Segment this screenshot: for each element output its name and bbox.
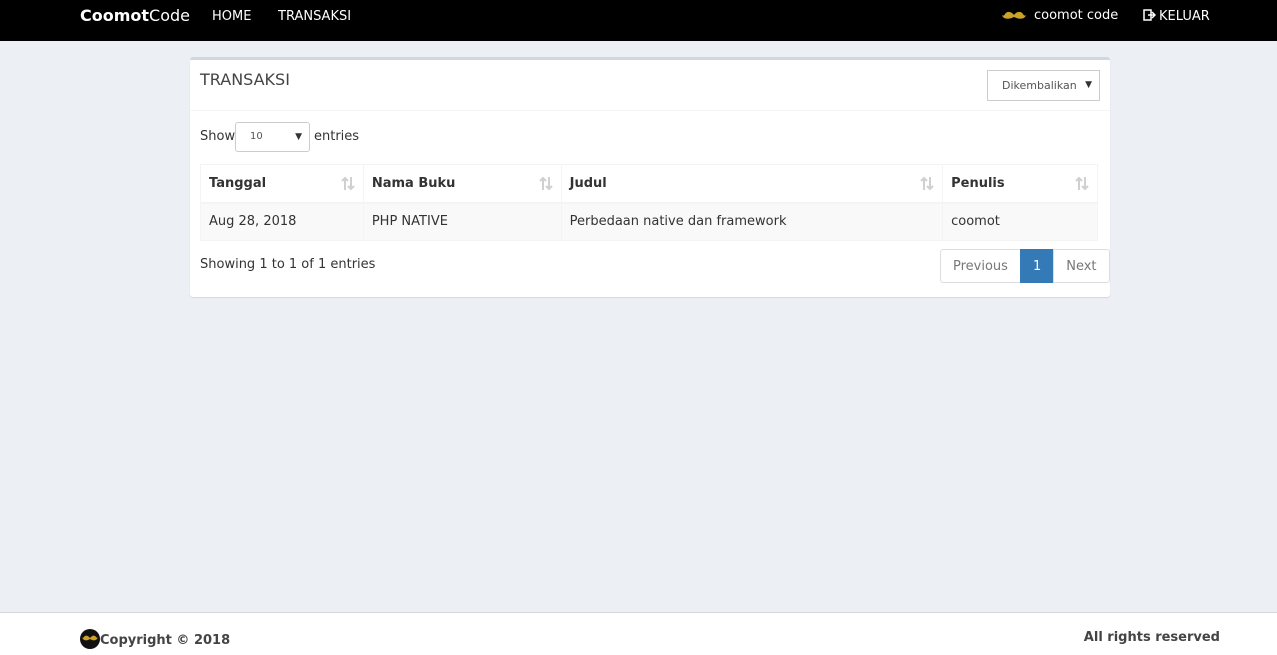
entries-label: entries bbox=[314, 129, 360, 144]
sort-icon bbox=[538, 176, 553, 191]
cell-judul: Perbedaan native dan framework bbox=[560, 202, 944, 241]
page-length-value: 10 bbox=[250, 131, 263, 142]
show-label: Show bbox=[200, 129, 236, 144]
table-info: Showing 1 to 1 of 1 entries bbox=[200, 257, 376, 272]
cell-penulis: coomot bbox=[942, 202, 1098, 241]
table-row: Aug 28, 2018 PHP NATIVE Perbedaan native… bbox=[200, 202, 1098, 241]
user-name: coomot code bbox=[1034, 8, 1119, 23]
status-filter-value: Dikembalikan bbox=[1002, 79, 1077, 92]
footer: Copyright © 2018 All rights reserved bbox=[0, 612, 1277, 655]
mustache-icon bbox=[1002, 11, 1026, 19]
page-length-select[interactable]: 10 ▼ bbox=[235, 122, 310, 152]
column-header-label: Penulis bbox=[951, 175, 1005, 191]
column-header-label: Nama Buku bbox=[371, 175, 456, 191]
brand-light: Code bbox=[149, 6, 191, 25]
previous-page-button[interactable]: Previous bbox=[940, 249, 1021, 283]
mustache-logo-icon bbox=[80, 629, 100, 649]
brand-logo[interactable]: CoomotCode bbox=[80, 6, 190, 25]
column-header-penulis[interactable]: Penulis bbox=[942, 164, 1098, 204]
column-header-label: Judul bbox=[569, 175, 607, 191]
logout-icon bbox=[1143, 9, 1156, 21]
sort-icon bbox=[920, 176, 934, 191]
pagination: Previous 1 Next bbox=[940, 249, 1110, 283]
rights-text: All rights reserved bbox=[1083, 630, 1220, 645]
cell-nama-buku: PHP NATIVE bbox=[362, 202, 562, 241]
nav-home-link[interactable]: HOME bbox=[212, 9, 251, 24]
column-header-label: Tanggal bbox=[209, 175, 267, 191]
logout-link[interactable]: KELUAR bbox=[1143, 9, 1210, 24]
brand-bold: Coomot bbox=[80, 6, 150, 25]
table-header-row: Tanggal Nama Buku Judul Penulis bbox=[200, 164, 1098, 204]
transactions-table: Tanggal Nama Buku Judul Penulis Aug 28, … bbox=[200, 164, 1098, 241]
column-header-tanggal[interactable]: Tanggal bbox=[200, 164, 364, 204]
column-header-nama-buku[interactable]: Nama Buku bbox=[362, 164, 562, 204]
sort-icon bbox=[1075, 176, 1089, 191]
page-1-button[interactable]: 1 bbox=[1019, 249, 1055, 283]
caret-down-icon: ▼ bbox=[1085, 80, 1092, 90]
nav-transaksi-link[interactable]: TRANSAKSI bbox=[278, 9, 351, 24]
column-header-judul[interactable]: Judul bbox=[560, 164, 944, 204]
user-menu[interactable]: coomot code bbox=[1002, 8, 1118, 23]
logout-label: KELUAR bbox=[1159, 9, 1210, 24]
header-divider bbox=[190, 110, 1110, 111]
sort-icon bbox=[341, 176, 355, 191]
next-page-button[interactable]: Next bbox=[1053, 249, 1110, 283]
box-title: TRANSAKSI bbox=[200, 70, 290, 89]
copyright-text: Copyright © 2018 bbox=[100, 633, 231, 648]
top-navbar: CoomotCode HOME TRANSAKSI coomot code KE… bbox=[0, 0, 1277, 41]
caret-down-icon: ▼ bbox=[295, 132, 302, 142]
status-filter-select[interactable]: Dikembalikan ▼ bbox=[987, 70, 1100, 101]
cell-tanggal: Aug 28, 2018 bbox=[200, 202, 364, 241]
copyright: Copyright © 2018 bbox=[80, 629, 230, 649]
transaksi-box: TRANSAKSI Dikembalikan ▼ Show 10 ▼ entri… bbox=[190, 57, 1110, 297]
